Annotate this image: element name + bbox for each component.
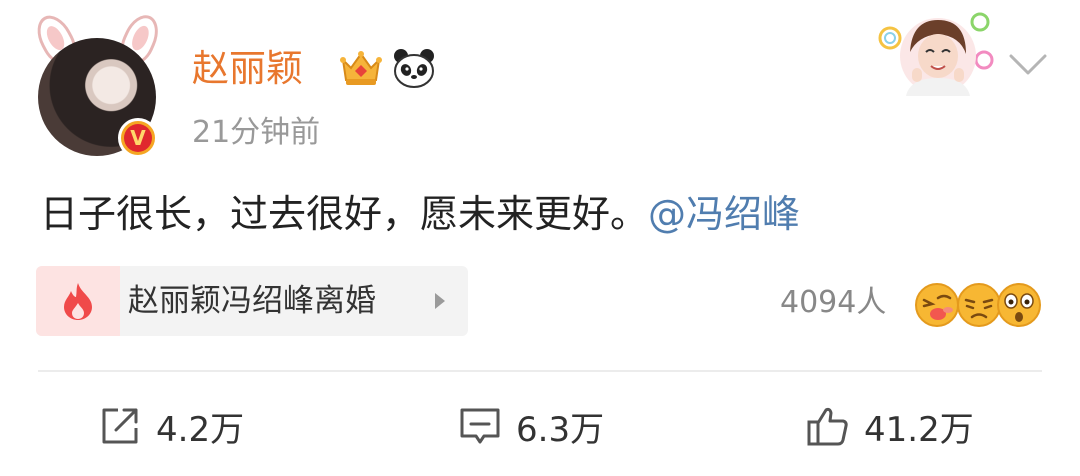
post-body-text: 日子很长，过去很好，愿未来更好。	[40, 192, 649, 236]
reaction-count[interactable]: 4094人	[780, 282, 886, 324]
decorative-card-avatar[interactable]	[876, 8, 994, 96]
panda-icon[interactable]	[392, 46, 436, 90]
flame-icon	[64, 283, 92, 320]
like-button[interactable]: 41.2万	[806, 398, 974, 454]
verified-mark: V	[124, 124, 152, 152]
thumbs-up-icon	[807, 407, 848, 446]
repost-button[interactable]: 4.2万	[98, 398, 244, 454]
post-text: 日子很长，过去很好，愿未来更好。@冯绍峰	[40, 188, 800, 240]
divider	[38, 370, 1042, 372]
comment-count: 6.3万	[516, 409, 605, 450]
comment-button[interactable]: 6.3万	[458, 398, 604, 454]
topic-card[interactable]: 赵丽颖冯绍峰离婚	[36, 266, 468, 336]
mention-link[interactable]: @冯绍峰	[648, 192, 800, 236]
share-icon	[102, 408, 138, 444]
verified-badge-icon: V	[118, 118, 158, 158]
crown-icon[interactable]	[340, 48, 382, 88]
comment-icon	[460, 408, 500, 444]
username[interactable]: 赵丽颖	[192, 44, 303, 94]
topic-label: 赵丽颖冯绍峰离婚	[128, 283, 376, 319]
kiss-emoji-icon[interactable]	[914, 282, 960, 328]
caret-right-icon	[435, 293, 445, 309]
post-timestamp: 21分钟前	[192, 115, 321, 150]
topic-icon-box	[36, 266, 120, 336]
shock-emoji-icon[interactable]	[996, 282, 1042, 328]
chevron-down-icon[interactable]	[1008, 52, 1048, 78]
repost-count: 4.2万	[156, 409, 245, 450]
like-count: 41.2万	[864, 409, 974, 450]
